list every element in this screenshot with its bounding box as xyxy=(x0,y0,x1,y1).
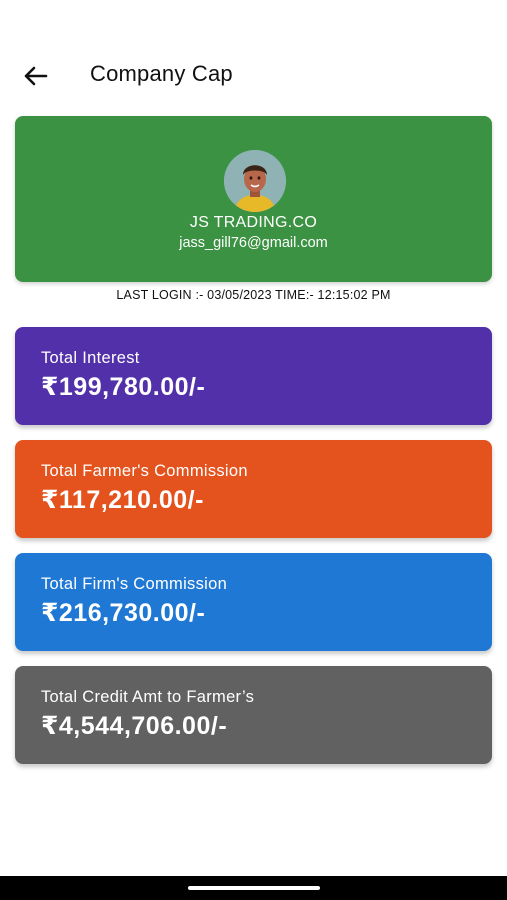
stat-value: ₹199,780.00/- xyxy=(41,373,206,401)
system-nav-bar xyxy=(0,876,507,900)
stat-label: Total Interest xyxy=(41,349,140,367)
back-button[interactable] xyxy=(20,61,52,91)
profile-card: JS TRADING.CO jass_gill76@gmail.com xyxy=(15,116,492,282)
company-email: jass_gill76@gmail.com xyxy=(179,235,328,251)
total-farmer-commission-card[interactable]: Total Farmer's Commission ₹117,210.00/- xyxy=(15,440,492,538)
stat-value: ₹4,544,706.00/- xyxy=(41,712,228,740)
stat-label: Total Farmer's Commission xyxy=(41,462,248,480)
stat-label: Total Firm's Commission xyxy=(41,575,228,593)
stat-label: Total Credit Amt to Farmer’s xyxy=(41,688,255,706)
stat-value: ₹216,730.00/- xyxy=(41,599,206,627)
stat-value: ₹117,210.00/- xyxy=(41,486,204,514)
user-avatar-icon xyxy=(224,150,286,212)
home-indicator[interactable] xyxy=(188,886,320,890)
app-bar: Company Cap xyxy=(0,50,507,102)
total-firm-commission-card[interactable]: Total Firm's Commission ₹216,730.00/- xyxy=(15,553,492,651)
last-login-text: LAST LOGIN :- 03/05/2023 TIME:- 12:15:02… xyxy=(116,288,391,302)
page-title: Company Cap xyxy=(90,61,233,86)
company-name: JS TRADING.CO xyxy=(189,214,318,231)
total-interest-card[interactable]: Total Interest ₹199,780.00/- xyxy=(15,327,492,425)
arrow-left-icon xyxy=(24,66,48,86)
total-credit-card[interactable]: Total Credit Amt to Farmer’s ₹4,544,706.… xyxy=(15,666,492,764)
